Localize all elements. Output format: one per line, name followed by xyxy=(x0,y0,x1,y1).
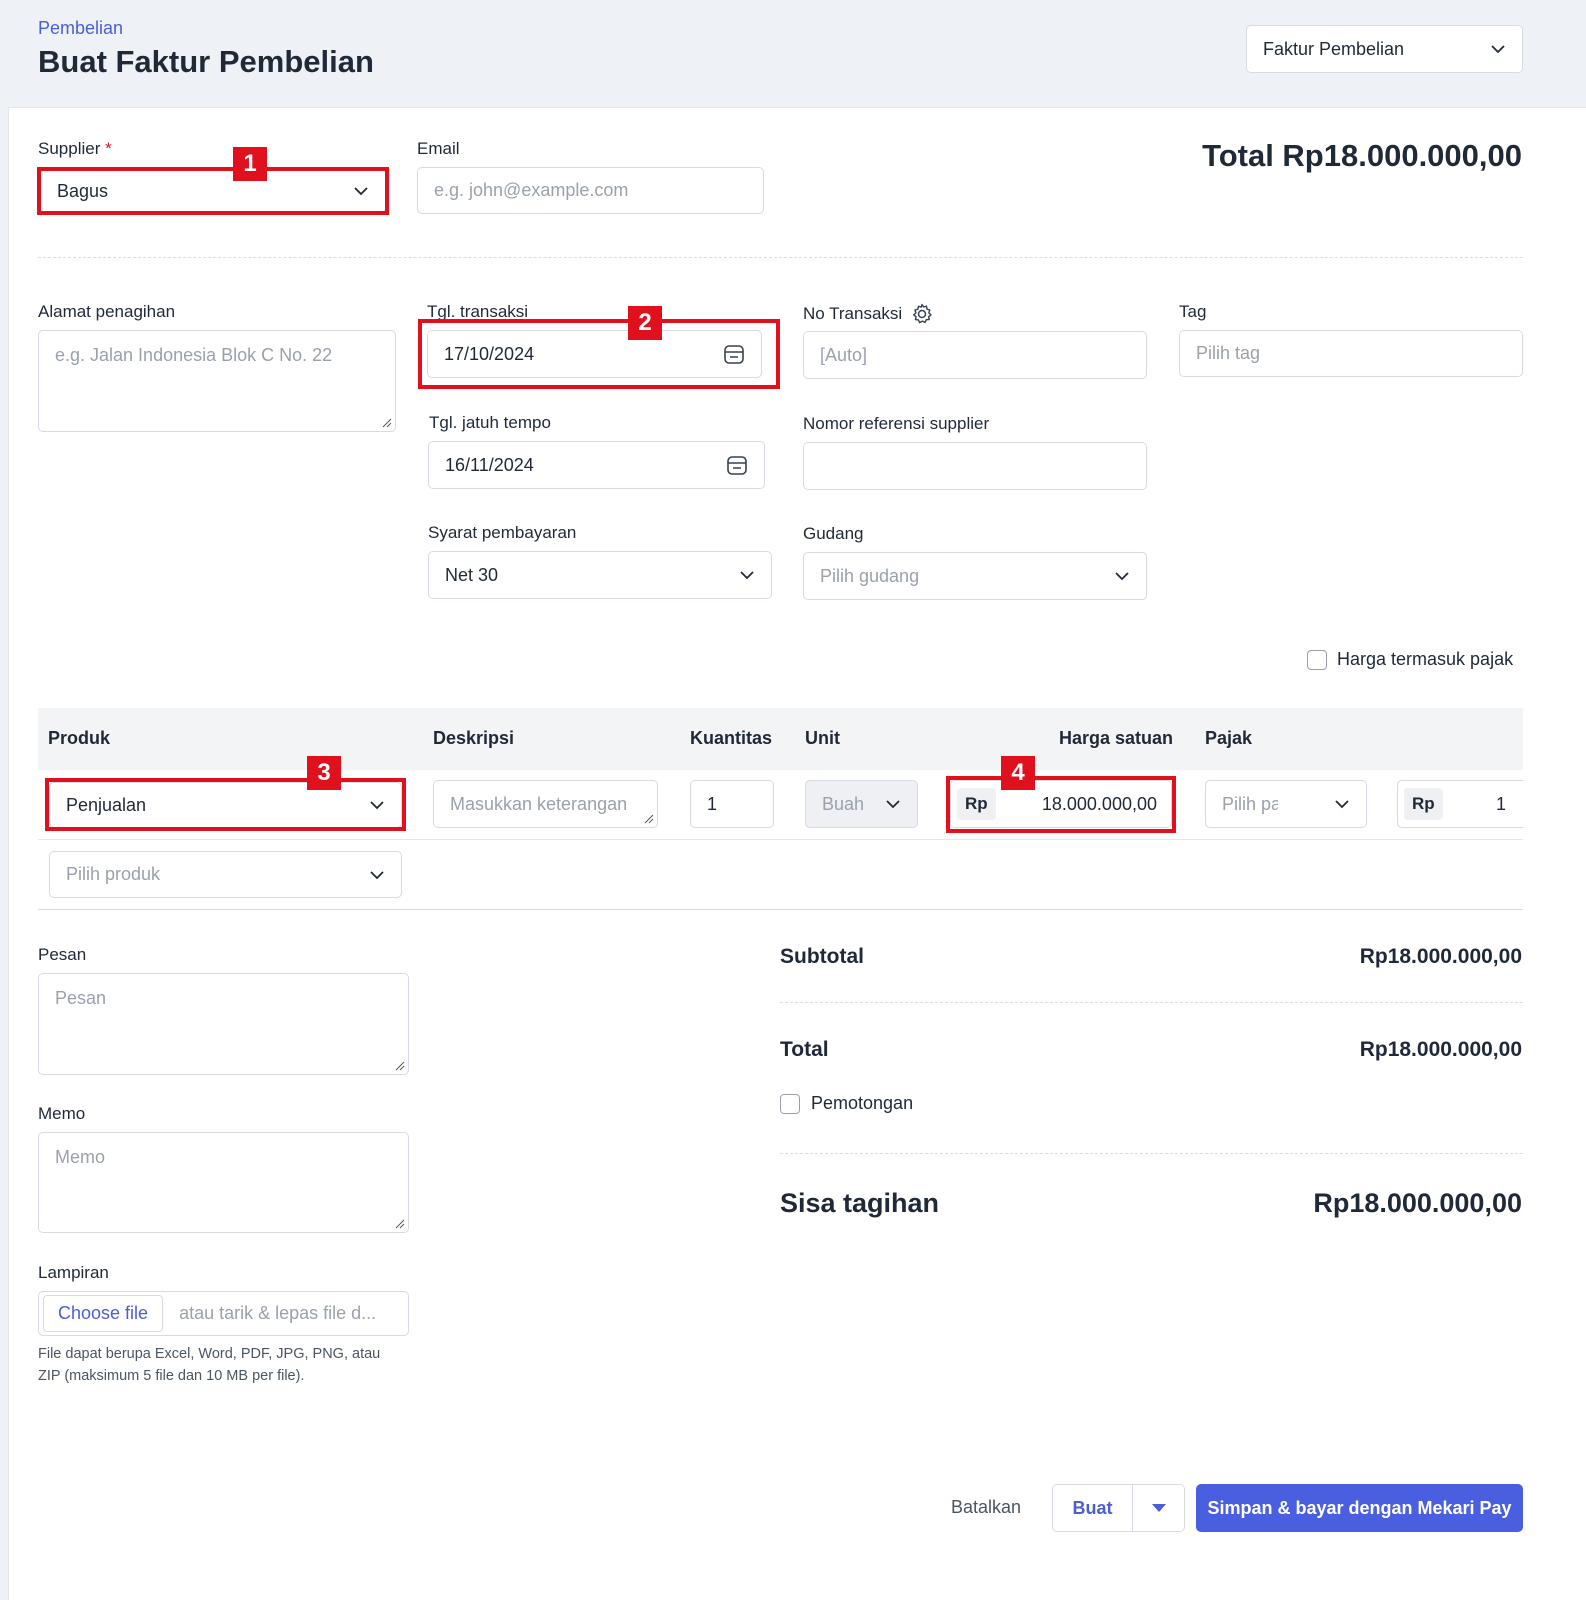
annotation-marker-2: 2 xyxy=(628,306,662,340)
unit-select[interactable]: Buah xyxy=(805,780,918,828)
table-bottom-divider xyxy=(38,909,1523,910)
message-label: Pesan xyxy=(38,945,87,964)
payment-terms-select[interactable]: Net 30 xyxy=(428,551,772,599)
transaction-no-label: No Transaksi xyxy=(803,302,934,326)
table-clip xyxy=(1523,700,1586,920)
email-field[interactable]: e.g. john@example.com xyxy=(417,167,764,214)
annotation-marker-4: 4 xyxy=(1001,756,1035,790)
annotation-box-2 xyxy=(418,319,780,389)
supplier-ref-label: Nomor referensi supplier xyxy=(803,414,990,433)
warehouse-select[interactable]: Pilih gudang xyxy=(803,552,1147,600)
chevron-down-icon xyxy=(370,870,384,879)
deduction-label: Pemotongan xyxy=(811,1093,914,1113)
file-dropzone[interactable]: Choose file atau tarik & lepas file d... xyxy=(38,1291,409,1336)
column-header-unit: Unit xyxy=(805,728,840,748)
supplier-label: Supplier * xyxy=(38,139,112,158)
annotation-box-3 xyxy=(45,778,406,831)
add-product-select[interactable]: Pilih produk xyxy=(49,851,402,898)
gear-icon[interactable] xyxy=(910,302,934,326)
memo-label: Memo xyxy=(38,1104,86,1123)
tax-select[interactable]: Pilih pajak xyxy=(1205,780,1367,828)
tag-label: Tag xyxy=(1179,302,1207,321)
message-field[interactable]: Pesan xyxy=(38,973,409,1075)
due-date-field[interactable]: 16/11/2024 xyxy=(428,441,765,489)
annotation-box-1 xyxy=(37,167,389,215)
annotation-box-4 xyxy=(946,776,1176,833)
currency-badge: Rp xyxy=(1404,788,1443,820)
column-header-tax: Pajak xyxy=(1205,728,1253,748)
chevron-down-icon xyxy=(1115,572,1129,581)
subtotal-label: Subtotal xyxy=(780,945,864,968)
cancel-button[interactable]: Batalkan xyxy=(940,1484,1032,1531)
divider xyxy=(780,1153,1523,1154)
total-amount-header: Total Rp18.000.000,00 xyxy=(1202,138,1522,173)
chevron-down-icon xyxy=(740,571,754,580)
create-button[interactable]: Buat xyxy=(1053,1485,1133,1531)
column-header-unit-price: Harga satuan xyxy=(1059,728,1174,748)
price-includes-tax-label: Harga termasuk pajak xyxy=(1337,649,1514,669)
deduction-checkbox[interactable] xyxy=(780,1094,800,1114)
resize-handle-icon[interactable] xyxy=(382,418,392,428)
billing-address-label: Alamat penagihan xyxy=(38,302,176,321)
price-includes-tax-checkbox[interactable] xyxy=(1307,650,1327,670)
due-date-label: Tgl. jatuh tempo xyxy=(429,413,551,432)
annotation-marker-1: 1 xyxy=(233,147,267,181)
quantity-field[interactable]: 1 xyxy=(690,780,774,828)
column-header-product: Produk xyxy=(48,728,111,748)
supplier-ref-field[interactable] xyxy=(803,442,1147,490)
attachment-help-text: File dapat berupa Excel, Word, PDF, JPG,… xyxy=(38,1346,381,1384)
caret-down-icon xyxy=(1151,1504,1166,1512)
column-header-quantity: Kuantitas xyxy=(690,728,773,748)
total-value: Rp18.000.000,00 xyxy=(1359,1038,1522,1061)
chevron-down-icon xyxy=(886,800,900,809)
resize-handle-icon[interactable] xyxy=(644,814,654,824)
subtotal-value: Rp18.000.000,00 xyxy=(1359,945,1522,968)
calendar-icon[interactable] xyxy=(726,454,748,476)
doc-type-select[interactable]: Faktur Pembelian xyxy=(1246,25,1523,73)
warehouse-label: Gudang xyxy=(803,524,864,543)
billing-address-field[interactable]: e.g. Jalan Indonesia Blok C No. 22 xyxy=(38,330,396,432)
save-and-pay-button[interactable]: Simpan & bayar dengan Mekari Pay xyxy=(1196,1484,1523,1532)
total-label: Total xyxy=(780,1038,829,1061)
column-header-description: Deskripsi xyxy=(433,728,515,748)
row-divider xyxy=(38,839,1523,840)
memo-field[interactable]: Memo xyxy=(38,1132,409,1233)
balance-value: Rp18.000.000,00 xyxy=(1313,1188,1522,1218)
email-label: Email xyxy=(417,139,460,158)
balance-label: Sisa tagihan xyxy=(780,1188,940,1218)
breadcrumb[interactable]: Pembelian xyxy=(38,18,123,39)
chevron-down-icon xyxy=(1335,800,1349,809)
transaction-no-field[interactable]: [Auto] xyxy=(803,331,1147,379)
chevron-down-icon xyxy=(1491,45,1505,54)
create-dropdown-button[interactable] xyxy=(1133,1485,1184,1531)
choose-file-button[interactable]: Choose file xyxy=(43,1295,164,1332)
resize-handle-icon[interactable] xyxy=(395,1219,405,1229)
page-title: Buat Faktur Pembelian xyxy=(38,44,374,79)
table-header xyxy=(38,708,1523,770)
attachment-label: Lampiran xyxy=(38,1263,109,1282)
divider xyxy=(780,1002,1523,1003)
amount-field[interactable]: Rp 1 xyxy=(1397,780,1537,828)
annotation-marker-3: 3 xyxy=(307,756,341,790)
divider xyxy=(38,257,1523,258)
tag-select[interactable]: Pilih tag xyxy=(1179,330,1523,377)
resize-handle-icon[interactable] xyxy=(395,1061,405,1071)
create-split-button: Buat xyxy=(1052,1484,1185,1532)
payment-terms-label: Syarat pembayaran xyxy=(428,523,577,542)
description-field[interactable]: Masukkan keterangan xyxy=(433,780,658,828)
